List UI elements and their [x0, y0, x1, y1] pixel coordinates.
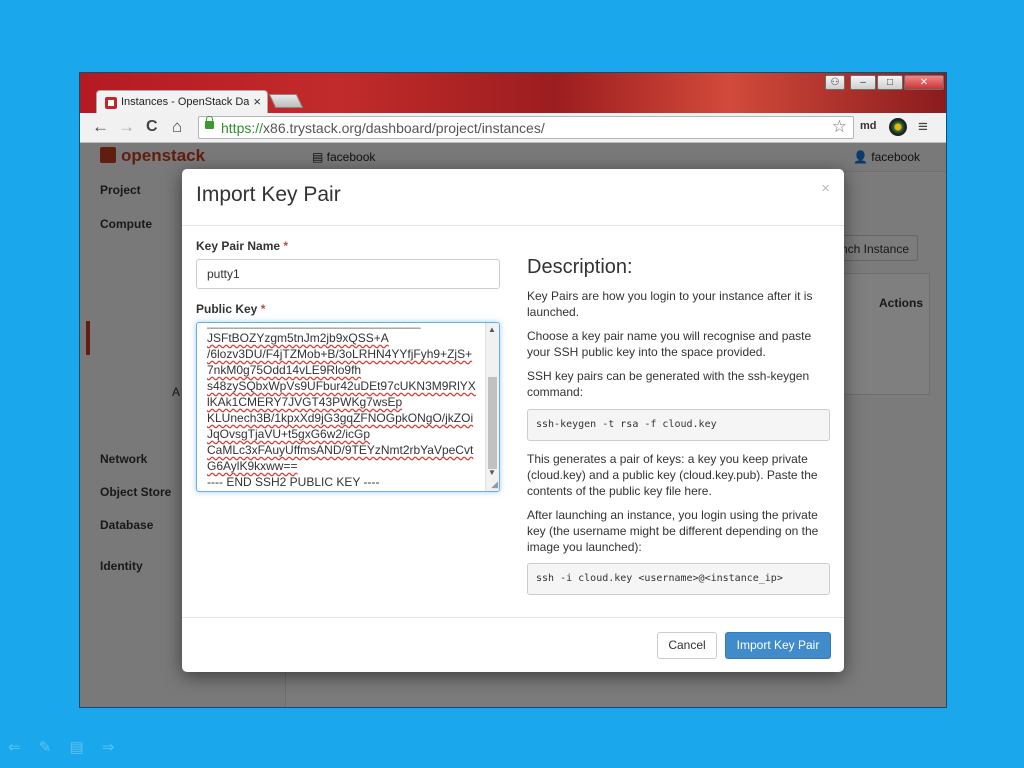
slide-menu-icon[interactable]: ▤	[70, 739, 84, 756]
key-pair-name-label: Key Pair Name *	[196, 239, 289, 253]
key-line: CaMLc3xFAuyUffmsAND/9TEYzNmt2rbYaVpeCvt	[207, 443, 474, 457]
extension-md-icon[interactable]: md	[860, 120, 877, 132]
code-block-keygen: ssh-keygen -t rsa -f cloud.key	[527, 409, 830, 441]
description-text: Key Pairs are how you login to your inst…	[527, 289, 813, 319]
key-line: 7nkM0g75Odd14vLE9Rlo9fh	[207, 363, 362, 377]
previous-slide-icon[interactable]: ⇐	[8, 739, 21, 756]
description-text: After launching an instance, you login u…	[527, 508, 819, 554]
pen-icon[interactable]: ✎	[39, 739, 52, 756]
browser-tab[interactable]: Instances - OpenStack Da ×	[96, 90, 268, 114]
import-key-pair-modal: Import Key Pair × Key Pair Name * putty1…	[182, 169, 844, 672]
modal-title: Import Key Pair	[196, 183, 341, 206]
key-line: JSFtBOZYzgm5tnJm2jb9xQSS+A	[207, 331, 389, 345]
key-line: ---- END SSH2 PUBLIC KEY ----	[207, 475, 380, 489]
close-icon[interactable]: ×	[821, 180, 830, 197]
key-pair-name-input[interactable]: putty1	[196, 259, 500, 289]
public-key-text: ________________________________ JSFtBOZ…	[207, 323, 483, 490]
key-line: JqOvsgTjaVU+t5gxG6w2/icGp	[207, 427, 371, 441]
modal-footer: Cancel Import Key Pair	[182, 617, 844, 673]
back-icon[interactable]: ←	[92, 117, 109, 137]
scroll-up-icon[interactable]: ▲	[488, 325, 496, 334]
bookmark-star-icon[interactable]: ☆	[832, 117, 847, 137]
next-slide-icon[interactable]: ⇒	[102, 739, 115, 756]
home-icon[interactable]: ⌂	[172, 117, 182, 137]
key-line: lKAk1CMERY7JVGT43PWKg7wsEp	[207, 395, 403, 409]
resize-grip-icon[interactable]: ◢	[491, 479, 498, 490]
window-close-button[interactable]: ✕	[904, 75, 944, 90]
scroll-thumb[interactable]	[488, 377, 497, 469]
forward-icon[interactable]: →	[118, 117, 135, 137]
tab-title: Instances - OpenStack Da	[121, 96, 249, 108]
url-text: https://x86.trystack.org/dashboard/proje…	[221, 120, 545, 136]
address-bar[interactable]: https://x86.trystack.org/dashboard/proje…	[198, 116, 854, 139]
key-line: KLUnech3B/1kpxXd9jG3gqZFNOGpkONgO/jkZOi	[207, 411, 474, 425]
tab-close-icon[interactable]: ×	[253, 94, 261, 109]
browser-toolbar: ← → C ⌂ https://x86.trystack.org/dashboa…	[80, 113, 946, 143]
scroll-down-icon[interactable]: ▼	[488, 468, 496, 477]
browser-menu-icon[interactable]: ≡	[918, 117, 928, 137]
description-text: This generates a pair of keys: a key you…	[527, 452, 818, 498]
modal-header: Import Key Pair ×	[182, 169, 844, 226]
reload-icon[interactable]: C	[146, 117, 158, 137]
public-key-label: Public Key *	[196, 302, 266, 316]
extension-circle-icon[interactable]	[889, 118, 907, 136]
window-minimize-button[interactable]: –	[850, 75, 876, 90]
textarea-scrollbar[interactable]: ▲ ▼	[485, 323, 499, 491]
cancel-button[interactable]: Cancel	[657, 632, 717, 659]
window-maximize-button[interactable]: □	[877, 75, 903, 90]
key-line: s48zySQbxWpVs9UFbur42uDEt97cUKN3M9RlYX	[207, 379, 476, 393]
openstack-favicon-icon	[105, 97, 117, 109]
key-line: /6lozv3DU/F4jTZMob+B/3oLRHN4YYfjFyh9+ZjS…	[207, 347, 473, 361]
description-title: Description:	[527, 256, 633, 278]
description-text: Choose a key pair name you will recognis…	[527, 329, 812, 359]
import-key-pair-button[interactable]: Import Key Pair	[725, 632, 831, 659]
code-block-ssh: ssh -i cloud.key <username>@<instance_ip…	[527, 563, 830, 595]
browser-titlebar: ⚇ – □ ✕ Instances - OpenStack Da ×	[80, 73, 946, 114]
new-tab-button[interactable]	[268, 94, 304, 108]
window-user-icon[interactable]: ⚇	[825, 75, 845, 90]
lock-icon	[205, 116, 214, 129]
description-text: SSH key pairs can be generated with the …	[527, 369, 810, 399]
key-line: G6AylK9kxww==	[207, 459, 298, 473]
presentation-controls: ⇐ ✎ ▤ ⇒	[8, 738, 128, 756]
public-key-textarea[interactable]: ________________________________ JSFtBOZ…	[196, 322, 500, 492]
